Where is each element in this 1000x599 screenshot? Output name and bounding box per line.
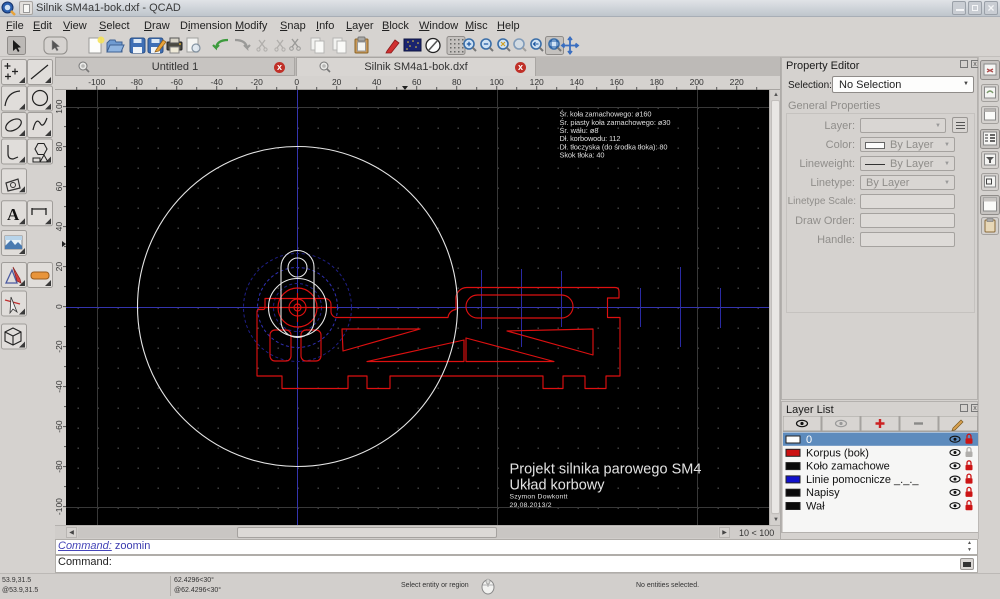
svg-text:220: 220 <box>730 77 744 87</box>
svg-text:200: 200 <box>690 77 704 87</box>
svg-text:-80: -80 <box>131 77 144 87</box>
svg-text:100: 100 <box>55 99 64 113</box>
svg-text:Linie pomocnicze _._._: Linie pomocnicze _._._ <box>806 474 919 486</box>
svg-text:A: A <box>7 205 20 224</box>
svg-text:-100: -100 <box>88 77 105 87</box>
svg-text:-80: -80 <box>55 460 64 473</box>
svg-text:140: 140 <box>570 77 584 87</box>
svg-text:-100: -100 <box>55 498 64 515</box>
svg-text:180: 180 <box>650 77 664 87</box>
svg-text:Skok tłoka: 40: Skok tłoka: 40 <box>560 151 605 160</box>
svg-text:-40: -40 <box>55 380 64 393</box>
svg-text:160: 160 <box>610 77 624 87</box>
svg-text:-60: -60 <box>171 77 184 87</box>
svg-text:80: 80 <box>452 77 462 87</box>
svg-text:-20: -20 <box>251 77 264 87</box>
svg-text:0: 0 <box>806 434 812 446</box>
svg-text:-40: -40 <box>211 77 224 87</box>
svg-text:60: 60 <box>55 182 64 192</box>
svg-text:20: 20 <box>55 262 64 272</box>
svg-text:100: 100 <box>490 77 504 87</box>
svg-text:0: 0 <box>55 304 64 309</box>
svg-text:-20: -20 <box>55 340 64 353</box>
svg-text:40: 40 <box>55 222 64 232</box>
svg-text:29.08.2013/2: 29.08.2013/2 <box>510 502 552 509</box>
svg-text:Korpus (bok): Korpus (bok) <box>806 447 869 459</box>
svg-text:0: 0 <box>294 77 299 87</box>
svg-text:20: 20 <box>332 77 342 87</box>
svg-text:Wał: Wał <box>806 501 825 513</box>
svg-text:Szymon Dowkontt: Szymon Dowkontt <box>510 494 568 501</box>
svg-text:80: 80 <box>55 142 64 152</box>
svg-text:Układ korbowy: Układ korbowy <box>510 478 606 494</box>
svg-text:-60: -60 <box>55 420 64 433</box>
svg-text:60: 60 <box>412 77 422 87</box>
svg-text:40: 40 <box>372 77 382 87</box>
svg-text:Napisy: Napisy <box>806 487 840 499</box>
svg-text:120: 120 <box>530 77 544 87</box>
svg-text:Koło zamachowe: Koło zamachowe <box>806 461 890 473</box>
svg-text:Projekt silnika parowego SM4: Projekt silnika parowego SM4 <box>510 462 702 478</box>
